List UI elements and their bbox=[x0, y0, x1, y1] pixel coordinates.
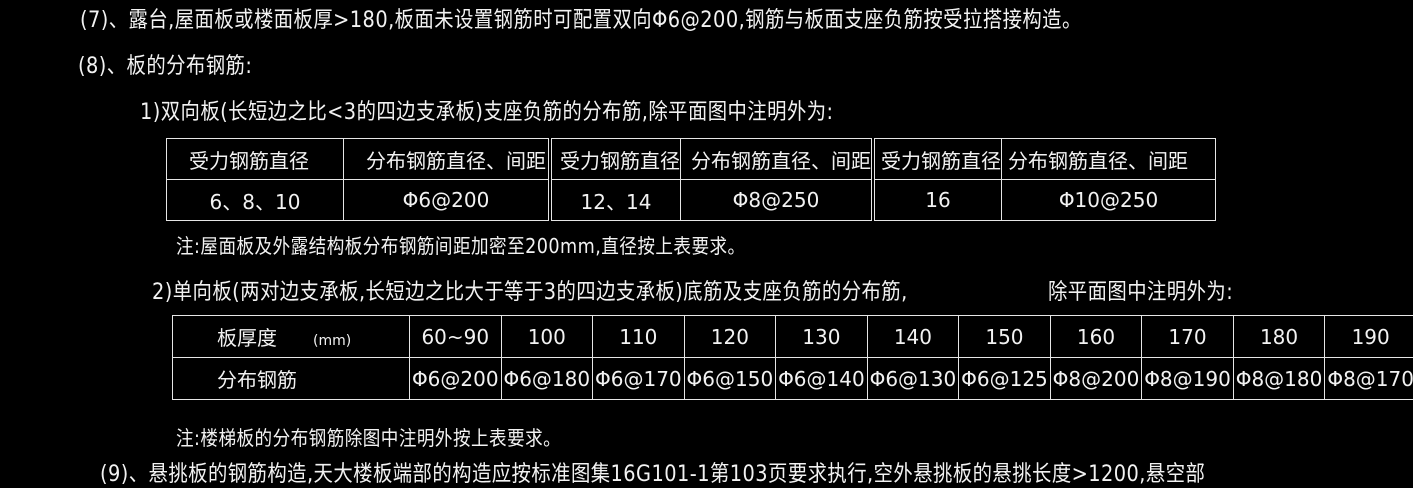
bar-cell: Φ6@150 bbox=[684, 358, 776, 400]
thickness-cell: 110 bbox=[593, 316, 685, 358]
value-cell: Φ8@250 bbox=[681, 180, 874, 221]
bar-cell: Φ6@170 bbox=[593, 358, 685, 400]
value-cell: 16 bbox=[873, 180, 1002, 221]
value-cell: Φ10@250 bbox=[1002, 180, 1216, 221]
heading-item-8: (8)、板的分布钢筋: bbox=[78, 48, 252, 80]
row-label-cell: 分布钢筋 bbox=[173, 358, 410, 400]
header-cell: 分布钢筋直径、间距 bbox=[681, 139, 874, 180]
table-row: 6、8、10 Φ6@200 12、14 Φ8@250 16 Φ10@250 bbox=[167, 180, 1216, 221]
row-label-cell: 板厚度 (mm) bbox=[173, 316, 410, 358]
value-cell: 12、14 bbox=[550, 180, 681, 221]
bar-cell: Φ8@200 bbox=[1050, 358, 1142, 400]
note-item-7: (7)、露台,屋面板或楼面板厚>180,板面未设置钢筋时可配置双向Φ6@200,… bbox=[80, 2, 1082, 34]
thickness-cell: 130 bbox=[776, 316, 868, 358]
thickness-cell: 170 bbox=[1142, 316, 1234, 358]
table-header-row: 受力钢筋直径 分布钢筋直径、间距 受力钢筋直径 分布钢筋直径、间距 受力钢筋直径… bbox=[167, 139, 1216, 180]
value-cell: 6、8、10 bbox=[167, 180, 344, 221]
thickness-cell: 190 bbox=[1325, 316, 1413, 358]
thickness-cell: 60~90 bbox=[410, 316, 502, 358]
thickness-cell: 160 bbox=[1050, 316, 1142, 358]
subheading-one-way-slab: 2)单向板(两对边支承板,长短边之比大于等于3的四边支承板)底筋及支座负筋的分布… bbox=[152, 274, 908, 306]
bar-cell: Φ6@180 bbox=[501, 358, 593, 400]
header-cell: 分布钢筋直径、间距 bbox=[344, 139, 551, 180]
header-cell: 受力钢筋直径 bbox=[873, 139, 1002, 180]
bar-cell: Φ6@140 bbox=[776, 358, 868, 400]
row-label: 板厚度 bbox=[217, 326, 277, 350]
bar-cell: Φ6@130 bbox=[867, 358, 959, 400]
subheading-two-way-slab: 1)双向板(长短边之比<3的四边支承板)支座负筋的分布筋,除平面图中注明外为: bbox=[140, 94, 834, 126]
thickness-cell: 100 bbox=[501, 316, 593, 358]
header-cell: 分布钢筋直径、间距 bbox=[1002, 139, 1216, 180]
distribution-bar-row: 分布钢筋 Φ6@200 Φ6@180 Φ6@170 Φ6@150 Φ6@140 … bbox=[173, 358, 1413, 400]
header-cell: 受力钢筋直径 bbox=[167, 139, 344, 180]
note-stair-slab: 注:楼梯板的分布钢筋除图中注明外按上表要求。 bbox=[176, 422, 561, 451]
thickness-cell: 180 bbox=[1233, 316, 1325, 358]
thickness-cell: 140 bbox=[867, 316, 959, 358]
one-way-slab-table: 板厚度 (mm) 60~90 100 110 120 130 140 150 16… bbox=[172, 315, 1413, 400]
bar-cell: Φ6@200 bbox=[410, 358, 502, 400]
thickness-cell: 150 bbox=[959, 316, 1051, 358]
thickness-cell: 120 bbox=[684, 316, 776, 358]
bar-cell: Φ8@180 bbox=[1233, 358, 1325, 400]
value-cell: Φ6@200 bbox=[344, 180, 551, 221]
note-roof-slab: 注:屋面板及外露结构板分布钢筋间距加密至200mm,直径按上表要求。 bbox=[176, 230, 746, 259]
note-item-9-partial: (9)、悬挑板的钢筋构造,天大楼板端部的构造应按标准图集16G101-1第103… bbox=[100, 456, 1205, 488]
header-cell: 受力钢筋直径 bbox=[550, 139, 681, 180]
unit-label: (mm) bbox=[313, 333, 351, 349]
bar-cell: Φ6@125 bbox=[959, 358, 1051, 400]
bar-cell: Φ8@170 bbox=[1325, 358, 1413, 400]
bar-cell: Φ8@190 bbox=[1142, 358, 1234, 400]
thickness-row: 板厚度 (mm) 60~90 100 110 120 130 140 150 16… bbox=[173, 316, 1413, 358]
subheading-one-way-slab-tail: 除平面图中注明外为: bbox=[1048, 274, 1233, 306]
two-way-slab-table: 受力钢筋直径 分布钢筋直径、间距 受力钢筋直径 分布钢筋直径、间距 受力钢筋直径… bbox=[166, 138, 1216, 221]
